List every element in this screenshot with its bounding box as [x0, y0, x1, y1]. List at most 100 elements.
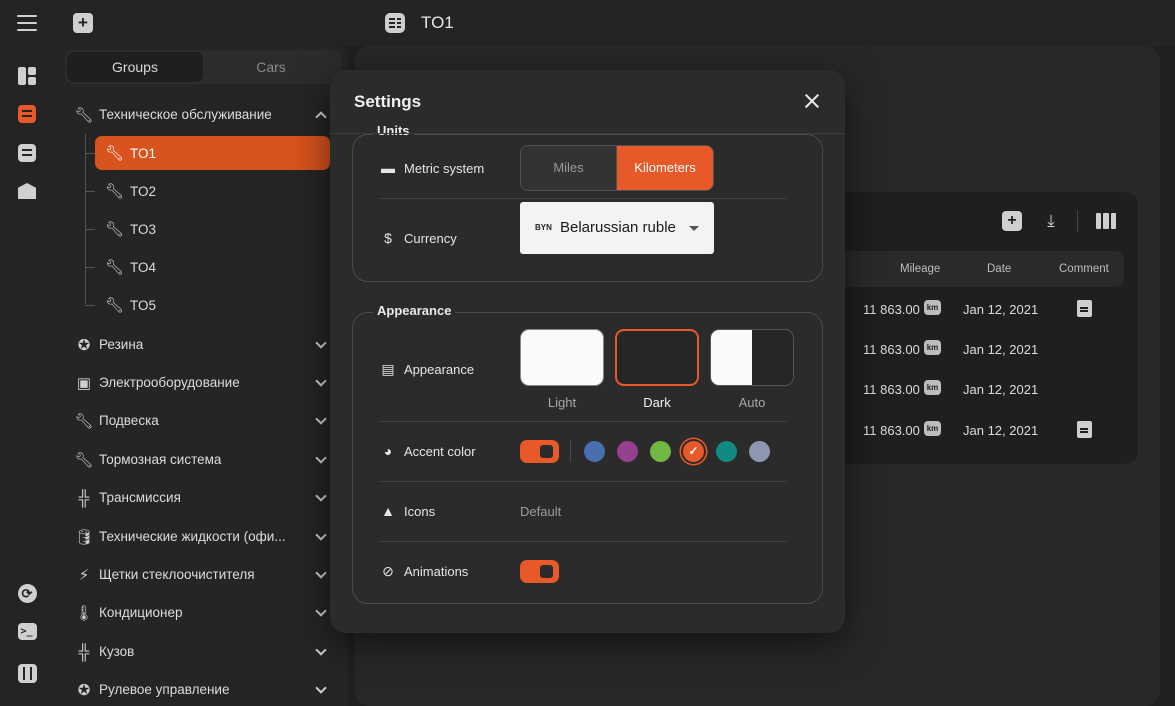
dashboard-icon [18, 67, 36, 85]
subitem-to5[interactable]: 🔧︎ TO5 [95, 288, 330, 322]
group-label: Тормозная система [99, 452, 222, 467]
garage-icon [18, 183, 36, 199]
column-comment[interactable]: Comment [1059, 263, 1109, 275]
row-divider [378, 421, 787, 422]
menu-icon[interactable] [17, 15, 37, 31]
accent-swatch-green[interactable] [650, 441, 671, 462]
sync-icon [17, 583, 37, 603]
group-item-suspension[interactable]: 🔧︎ Подвеска [55, 404, 348, 438]
currency-select[interactable]: BYN Belarussian ruble [520, 202, 714, 254]
subitem-to3[interactable]: 🔧︎ TO3 [95, 212, 330, 246]
column-mileage[interactable]: Mileage [900, 263, 940, 275]
toggle-knob [540, 565, 553, 578]
group-item-transmission[interactable]: ╬ Трансмиссия [55, 481, 348, 515]
chevron-down-icon[interactable] [315, 413, 327, 425]
table-row[interactable]: 11 863.00 km Jan 12, 2021 [845, 411, 1125, 451]
tire-icon: ✪ [77, 337, 91, 354]
rail-groups-button[interactable] [15, 102, 39, 126]
theme-light-option[interactable] [520, 329, 604, 386]
chevron-down-icon[interactable] [315, 452, 327, 464]
group-item-electrical[interactable]: ▣ Электрооборудование [55, 366, 348, 400]
tune-icon [17, 663, 37, 683]
rail-garage-button[interactable] [15, 179, 39, 203]
comment-icon[interactable] [1077, 421, 1092, 438]
subitem-to4[interactable]: 🔧︎ TO4 [95, 250, 330, 284]
chevron-down-icon[interactable] [315, 567, 327, 579]
table-row[interactable]: 11 863.00 km Jan 12, 2021 [845, 370, 1125, 410]
accent-swatch-blue[interactable] [584, 441, 605, 462]
currency-code: BYN [535, 223, 552, 232]
group-item-maintenance[interactable]: 🔧︎ Техническое обслуживание [55, 98, 348, 132]
kilometers-option[interactable]: Kilometers [617, 146, 713, 190]
accent-swatch-gray[interactable] [749, 441, 770, 462]
group-item-wipers[interactable]: ⚡︎ Щетки стеклоочистителя [55, 558, 348, 592]
group-label: Резина [99, 337, 144, 352]
columns-icon[interactable] [1096, 211, 1116, 231]
tree-hook [85, 267, 95, 268]
add-record-icon[interactable]: + [1002, 211, 1022, 231]
appearance-label: Appearance [404, 362, 475, 377]
unit-badge: km [924, 300, 941, 315]
auto-light-half [711, 330, 752, 385]
miles-option[interactable]: Miles [521, 146, 617, 190]
unit-badge: km [924, 421, 941, 436]
rail-settings-button[interactable] [15, 661, 39, 685]
table-row[interactable]: 11 863.00 km Jan 12, 2021 [845, 290, 1125, 330]
gearbox-icon: ╬ [78, 489, 90, 507]
battery-icon: ▣ [76, 375, 92, 392]
group-item-fluids[interactable]: 🛢︎ Технические жидкости (офи... [55, 520, 348, 554]
wrench-icon: 🔧︎ [105, 183, 125, 200]
download-icon[interactable]: ⤓ [1041, 211, 1061, 231]
accent-swatch-orange[interactable] [683, 441, 704, 462]
theme-dark-option[interactable] [615, 329, 699, 386]
chevron-down-icon[interactable] [315, 682, 327, 694]
subitem-label: TO1 [130, 146, 157, 161]
group-item-air-conditioning[interactable]: 🌡︎ Кондиционер [55, 596, 348, 630]
units-toggle: Miles Kilometers [520, 145, 714, 191]
group-item-brakes[interactable]: 🔧︎ Тормозная система [55, 443, 348, 477]
chevron-down-icon[interactable] [315, 605, 327, 617]
accent-divider [570, 440, 571, 462]
subitem-to2[interactable]: 🔧︎ TO2 [95, 174, 330, 208]
chevron-down-icon[interactable] [315, 337, 327, 349]
mileage-value: 11 863.00 [863, 302, 920, 317]
dollar-icon: $ [384, 230, 392, 246]
tab-groups[interactable]: Groups [67, 52, 203, 82]
group-item-steering[interactable]: ✪ Рулевое управление [55, 673, 348, 706]
rail-dashboard-button[interactable] [15, 64, 39, 88]
steering-wheel-icon: ✪ [77, 682, 91, 699]
theme-auto-caption: Auto [738, 395, 766, 410]
subitem-label: TO5 [130, 298, 157, 313]
accent-swatch-teal[interactable] [716, 441, 737, 462]
toggle-knob [540, 445, 553, 458]
subitem-to1[interactable]: 🔧︎ TO1 [95, 136, 330, 170]
accent-swatch-purple[interactable] [617, 441, 638, 462]
chevron-down-icon[interactable] [315, 644, 327, 656]
sidebar-tabs: Groups Cars [65, 50, 341, 84]
custom-accent-toggle[interactable] [520, 440, 559, 463]
column-date[interactable]: Date [987, 263, 1011, 275]
theme-auto-option[interactable] [710, 329, 794, 386]
rail-sync-button[interactable] [15, 581, 39, 605]
close-icon[interactable] [802, 91, 822, 111]
chevron-down-icon[interactable] [315, 375, 327, 387]
add-icon[interactable]: + [73, 13, 93, 33]
rail-terminal-button[interactable]: >_ [15, 619, 39, 643]
chevron-up-icon[interactable] [315, 111, 327, 123]
tab-cars[interactable]: Cars [203, 52, 339, 82]
table-row[interactable]: 11 863.00 km Jan 12, 2021 [845, 330, 1125, 370]
group-item-body[interactable]: ╬ Кузов [55, 635, 348, 669]
icons-value[interactable]: Default [520, 504, 561, 519]
group-label: Трансмиссия [99, 490, 181, 505]
group-item-tires[interactable]: ✪ Резина [55, 328, 348, 362]
tree-hook [85, 229, 95, 230]
chevron-down-icon[interactable] [315, 529, 327, 541]
subitem-label: TO3 [130, 222, 157, 237]
accent-color-label: Accent color [404, 444, 476, 459]
rail-checklist-button[interactable] [15, 141, 39, 165]
animations-toggle[interactable] [520, 560, 559, 583]
chevron-down-icon[interactable] [315, 490, 327, 502]
settings-dialog: Settings Units ▬ Metric system Miles Kil… [330, 70, 845, 633]
comment-icon[interactable] [1077, 300, 1092, 317]
top-bar: + TO1 [0, 0, 1175, 46]
